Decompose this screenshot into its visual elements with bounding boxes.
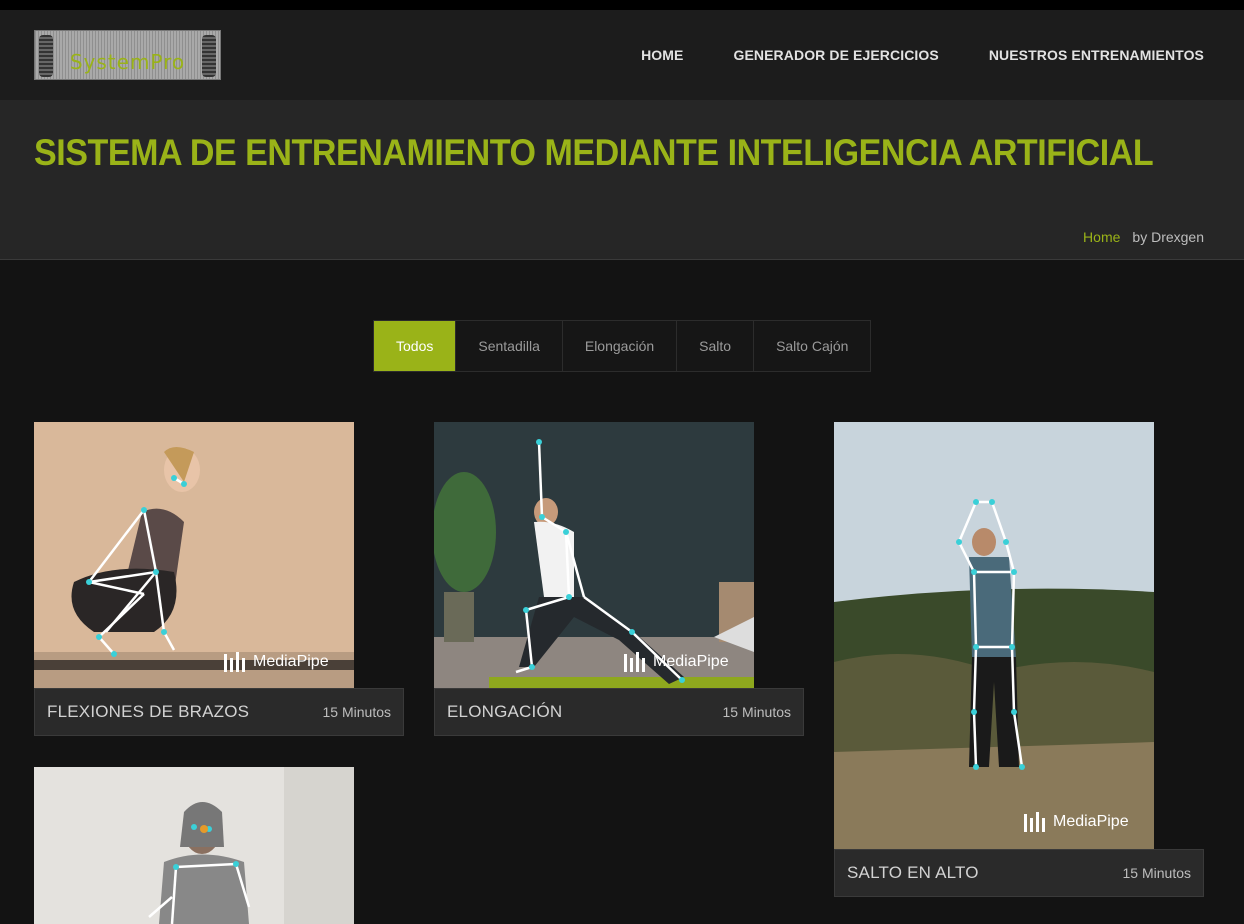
pose-photo-salto-cuerda: [34, 767, 354, 924]
site-logo[interactable]: SystemPro: [34, 30, 221, 80]
nav-nuestros-entrenamientos[interactable]: NUESTROS ENTRENAMIENTOS: [989, 47, 1204, 63]
pose-photo-salto: [834, 422, 1154, 849]
page-title: SISTEMA DE ENTRENAMIENTO MEDIANTE INTELI…: [34, 132, 1154, 173]
card-caption-elongacion[interactable]: ELONGACIÓN 15 Minutos: [434, 688, 804, 736]
card-title: ELONGACIÓN: [447, 702, 563, 721]
nav-generador-ejercicios[interactable]: GENERADOR DE EJERCICIOS: [733, 47, 938, 63]
logo-text: SystemPro: [69, 50, 186, 74]
card-image-elongacion[interactable]: MediaPipe: [434, 422, 754, 688]
pose-photo-flexiones: [34, 422, 354, 688]
card-duration: 15 Minutos: [722, 704, 791, 720]
page-banner: SISTEMA DE ENTRENAMIENTO MEDIANTE INTELI…: [0, 100, 1244, 260]
card-duration: 15 Minutos: [322, 704, 391, 720]
main-nav: HOME GENERADOR DE EJERCICIOS NUESTROS EN…: [591, 10, 1204, 100]
card-title: FLEXIONES DE BRAZOS: [47, 702, 250, 721]
card-caption-flexiones[interactable]: FLEXIONES DE BRAZOS 15 Minutos: [34, 688, 404, 736]
filter-elongacion[interactable]: Elongación: [563, 321, 678, 371]
breadcrumb-home-link[interactable]: Home: [1083, 229, 1120, 245]
card-caption-salto-en-alto[interactable]: SALTO EN ALTO 15 Minutos: [834, 849, 1204, 897]
breadcrumb-author: by Drexgen: [1132, 229, 1204, 245]
dumbbell-left-icon: [39, 35, 53, 77]
filter-todos[interactable]: Todos: [374, 321, 457, 371]
filter-sentadilla[interactable]: Sentadilla: [456, 321, 563, 371]
card-duration: 15 Minutos: [1122, 865, 1191, 881]
mediapipe-watermark: MediaPipe: [653, 653, 729, 670]
card-title: SALTO EN ALTO: [847, 863, 979, 882]
mediapipe-watermark: MediaPipe: [1053, 813, 1129, 830]
category-filter-bar: Todos Sentadilla Elongación Salto Salto …: [373, 320, 872, 372]
dumbbell-right-icon: [202, 35, 216, 77]
card-image-flexiones[interactable]: MediaPipe: [34, 422, 354, 688]
card-image-salto-en-alto[interactable]: MediaPipe: [834, 422, 1154, 849]
breadcrumb: Home by Drexgen: [1083, 229, 1204, 245]
pose-photo-elongacion: [434, 422, 754, 688]
mediapipe-watermark: MediaPipe: [253, 653, 329, 670]
nav-home[interactable]: HOME: [641, 47, 683, 63]
top-strip: [0, 0, 1244, 10]
card-image-salto-cuerda[interactable]: [34, 767, 354, 924]
filter-salto[interactable]: Salto: [677, 321, 755, 371]
filter-salto-cajon[interactable]: Salto Cajón: [754, 321, 870, 371]
